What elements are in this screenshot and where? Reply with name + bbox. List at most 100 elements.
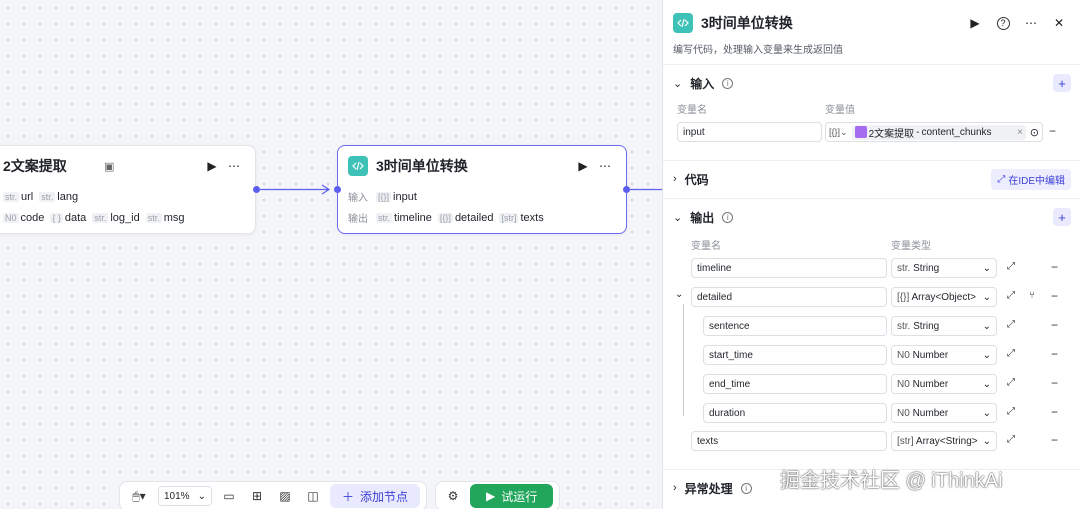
add-node-button[interactable]: ＋添加节点 [330,484,421,508]
more-icon[interactable]: ⋯ [1020,12,1042,34]
output-type-select[interactable]: [str] Array<String> ⌄ [891,431,997,451]
output-name-field[interactable]: start_time [703,345,887,365]
expand-icon[interactable]: ⤢ [1007,290,1015,301]
type-select[interactable]: [{}]⌄ [829,127,848,138]
image-icon[interactable]: ▨ [274,485,296,507]
layout-icon[interactable]: ⊞ [246,485,268,507]
expand-icon[interactable]: ⤢ [1007,319,1015,330]
info-icon[interactable]: i [722,77,734,89]
expand-icon[interactable]: ⤢ [1007,406,1015,417]
more-icon[interactable]: ⋯ [223,155,245,177]
run-node-icon[interactable]: ▶ [572,155,594,177]
node-ref-icon [854,126,867,138]
code-section-title: 代码 [684,172,709,187]
variable-icon[interactable]: ⊙ [1030,126,1039,139]
remove-output-button[interactable]: − [1051,433,1058,447]
remove-output-button[interactable]: − [1051,405,1058,419]
input-value-field[interactable]: [{}]⌄ 2文案提取 - content_chunks × ⊙ [825,122,1043,142]
expand-icon[interactable]: ⤢ [1007,348,1015,359]
chevron-down-icon: ⌄ [982,320,991,332]
output-type-select[interactable]: N0 Number ⌄ [891,403,997,423]
chevron-right-icon[interactable]: › [673,482,677,494]
output-tag-code: N0 code [3,211,45,224]
clear-icon[interactable]: × [1017,127,1023,138]
node-3-output-port[interactable] [623,186,630,193]
close-icon[interactable]: ✕ [1048,12,1070,34]
node-config-panel: 3时间单位转换 ▶ ? ⋯ ✕ 编写代码，处理输入变量来生成返回值 ⌄ 输入 i… [662,0,1080,509]
play-icon: ▶ [486,489,496,503]
tree-line [683,304,684,416]
col-header-name: 变量名 [677,105,707,116]
expand-icon: ⤢ [997,173,1006,185]
chevron-down-icon: ⌄ [982,435,991,447]
remove-input-button[interactable]: − [1049,124,1056,138]
edit-in-ide-button[interactable]: ⤢ 在IDE中编辑 [991,168,1071,190]
output-tag-msg: str. msg [145,211,185,224]
chevron-down-icon: ⌄ [982,291,991,303]
chevron-down-icon[interactable]: ⌄ [673,77,682,90]
comment-icon[interactable]: ▭ [218,485,240,507]
output-name-field[interactable]: texts [691,431,887,451]
expand-icon[interactable]: ⤢ [1007,261,1015,272]
remove-output-button[interactable]: − [1051,289,1058,303]
chevron-right-icon[interactable]: › [673,173,677,185]
output-section: ⌄ 输出 i + 变量名 变量类型 timeline str. String ⌄ … [663,198,1080,468]
remove-output-button[interactable]: − [1051,347,1058,361]
expand-icon[interactable]: ⤢ [1007,377,1015,388]
output-name-field[interactable]: timeline [691,258,887,278]
minimap-icon[interactable]: ◫ [302,485,324,507]
canvas-toolbar: 🖱▾ 101% ⌄ ▭ ⊞ ▨ ◫ ＋添加节点 ⚙ ▶ 试运行 [119,481,561,509]
output-name-field[interactable]: sentence [703,316,887,336]
output-name-field[interactable]: detailed [691,287,887,307]
collapse-chevron-icon[interactable]: ⌄ [675,289,683,300]
chevron-down-icon[interactable]: ⌄ [673,211,682,224]
chevron-down-icon: ⌄ [982,378,991,390]
node-2-card[interactable]: 2文案提取 ▣ ▶ ⋯ str. url str. lang N0 code { } d… [0,145,256,234]
output-type-select[interactable]: str. String ⌄ [891,258,997,278]
output-type-select[interactable]: str. String ⌄ [891,316,997,336]
node-2-output-port[interactable] [253,186,260,193]
output-type-select[interactable]: [{}] Array<Object> ⌄ [891,287,997,307]
code-section: › 代码 ⤢ 在IDE中编辑 [663,160,1080,198]
input-name-field[interactable]: input [677,122,822,142]
add-output-button[interactable]: + [1053,208,1071,226]
output-type-select[interactable]: N0 Number ⌄ [891,374,997,394]
help-icon[interactable]: ? [992,12,1014,34]
run-icon[interactable]: ▶ [964,12,986,34]
output-name-field[interactable]: end_time [703,374,887,394]
add-input-button[interactable]: + [1053,74,1071,92]
info-icon[interactable]: i [740,482,752,494]
node-2-title: 2文案提取 [3,158,67,174]
node-3-input-port[interactable] [334,186,341,193]
zoom-select[interactable]: 101% ⌄ [158,486,212,506]
chevron-down-icon: ⌄ [982,407,991,419]
input-label: 输入 [348,193,368,204]
input-tag-input: [{}] input [376,190,417,203]
chevron-down-icon: ⌄ [982,262,991,274]
panel-subtitle: 编写代码，处理输入变量来生成返回值 [673,45,843,56]
output-type-select[interactable]: N0 Number ⌄ [891,345,997,365]
run-node-icon[interactable]: ▶ [201,155,223,177]
test-run-button[interactable]: ▶ 试运行 [470,484,554,508]
output-tag-texts: [str] texts [499,211,544,224]
node-3-card[interactable]: 3时间单位转换 ▶ ⋯ 输入 [{}] input 输出 str. timeline… [337,145,627,234]
col-header-type: 变量类型 [891,241,931,252]
remove-output-button[interactable]: − [1051,260,1058,274]
info-icon[interactable]: i [722,211,734,223]
col-header-name: 变量名 [691,241,721,252]
chevron-down-icon: ⌄ [982,349,991,361]
input-section-title: 输入 [690,76,715,91]
debug-icon[interactable]: ⚙ [442,485,464,507]
node-3-title: 3时间单位转换 [376,158,468,174]
add-child-icon[interactable]: ⑂ [1029,290,1035,301]
toolbar-main-group: 🖱▾ 101% ⌄ ▭ ⊞ ▨ ◫ ＋添加节点 [119,481,428,509]
mouse-mode-icon[interactable]: 🖱▾ [126,485,152,507]
output-label: 输出 [348,214,368,225]
expand-icon[interactable]: ⤢ [1007,434,1015,445]
remove-output-button[interactable]: − [1051,376,1058,390]
plus-icon: ＋ [342,489,355,504]
output-name-field[interactable]: duration [703,403,887,423]
remove-output-button[interactable]: − [1051,318,1058,332]
more-icon[interactable]: ⋯ [594,155,616,177]
input-tag-lang: str. lang [39,190,79,203]
